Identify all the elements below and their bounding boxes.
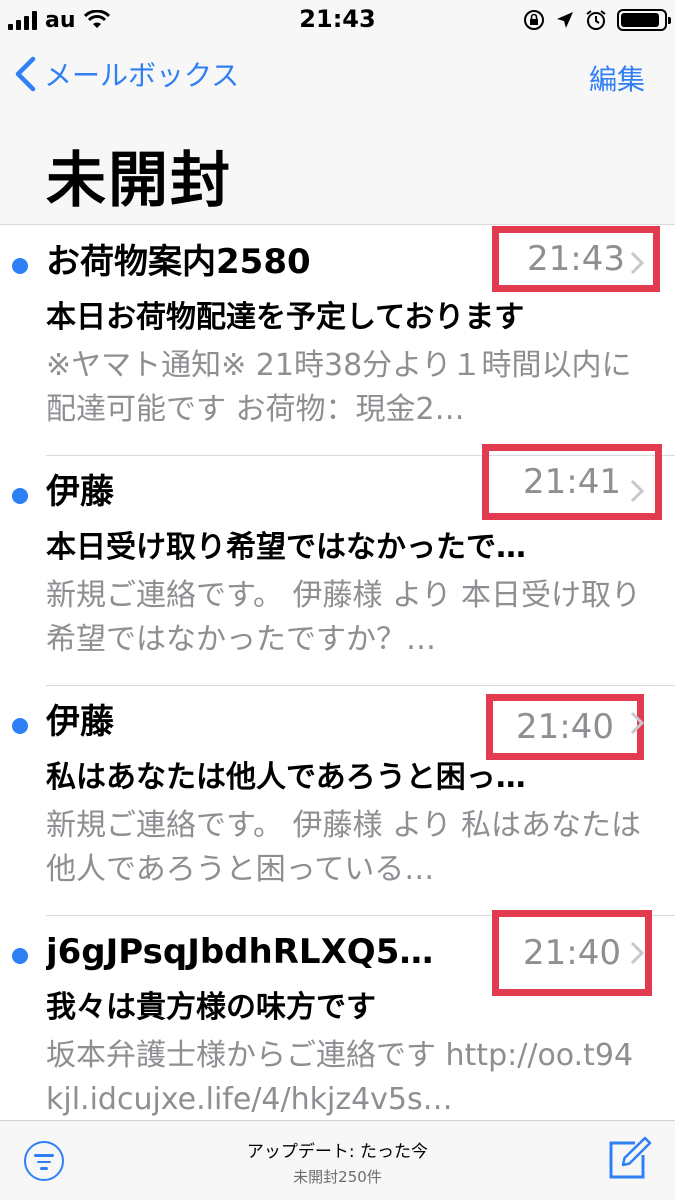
compose-icon[interactable]: [605, 1135, 653, 1183]
mail-preview: 新規ご連絡です。 伊藤様 より 私はあなたは他人であろうと困っている…: [46, 808, 642, 887]
mail-list: お荷物案内2580 21:43 本日お荷物配達を予定しております ※ヤマト通知※…: [0, 226, 675, 1146]
chevron-right-icon: [630, 941, 645, 965]
status-right: [523, 6, 671, 34]
mail-subject: 私はあなたは他人であろうと困っ…: [46, 760, 526, 795]
mail-preview: ※ヤマト通知※ 21時38分より１時間以内に配達可能です お荷物：現金2…: [46, 348, 632, 427]
unread-dot-icon: [12, 718, 28, 734]
mail-sender: 伊藤: [46, 472, 114, 512]
mail-sender: お荷物案内2580: [46, 242, 311, 282]
unread-dot-icon: [12, 258, 28, 274]
mail-item[interactable]: 伊藤 21:41 本日受け取り希望ではなかったで… 新規ご連絡です。 伊藤様 よ…: [0, 444, 675, 686]
update-status: アップデート: たった今: [246, 1142, 429, 1162]
page-title: 未開封: [46, 146, 232, 216]
mail-preview: 坂本弁護士様からご連絡です http://oo.t94kjl.idcujxe.l…: [46, 1038, 634, 1117]
location-icon: [557, 12, 573, 28]
toolbar-status: アップデート: たった今 未開封250件: [0, 1137, 675, 1187]
mail-subject: 本日お荷物配達を予定しております: [46, 300, 525, 335]
chevron-right-icon: [630, 711, 645, 735]
mail-sender: 伊藤: [46, 702, 114, 742]
battery-icon: [617, 9, 671, 31]
mail-time: 21:40: [486, 694, 644, 760]
mail-sender: j6gJPsqJbdhRLXQ5…: [46, 932, 434, 972]
edit-button[interactable]: 編集: [589, 58, 645, 98]
mail-subject: 本日受け取り希望ではなかったで…: [46, 530, 526, 565]
unread-dot-icon: [12, 948, 28, 964]
lock-rotation-icon: [524, 10, 544, 30]
bottom-toolbar: アップデート: たった今 未開封250件: [0, 1120, 675, 1200]
status-bar: au 21:43: [0, 0, 675, 40]
navigation-header: メールボックス 編集 未開封: [0, 40, 675, 225]
chevron-right-icon: [630, 251, 645, 275]
back-button-label: メールボックス: [44, 59, 240, 92]
chevron-right-icon: [630, 479, 645, 503]
mail-subject: 我々は貴方様の味方です: [46, 990, 376, 1025]
mail-item[interactable]: 伊藤 21:40 私はあなたは他人であろうと困っ… 新規ご連絡です。 伊藤様 よ…: [0, 686, 675, 916]
alarm-icon: [586, 10, 606, 30]
mail-item[interactable]: お荷物案内2580 21:43 本日お荷物配達を予定しております ※ヤマト通知※…: [0, 226, 675, 456]
mail-item[interactable]: j6gJPsqJbdhRLXQ5… 21:40 我々は貴方様の味方です 坂本弁護…: [0, 910, 675, 1146]
unread-dot-icon: [12, 488, 28, 504]
chevron-left-icon: [15, 56, 36, 92]
unread-count: 未開封250件: [293, 1168, 382, 1186]
mail-preview: 新規ご連絡です。 伊藤様 より 本日受け取り希望ではなかったですか？…: [46, 578, 642, 657]
back-to-mailboxes-button[interactable]: メールボックス: [14, 54, 239, 94]
